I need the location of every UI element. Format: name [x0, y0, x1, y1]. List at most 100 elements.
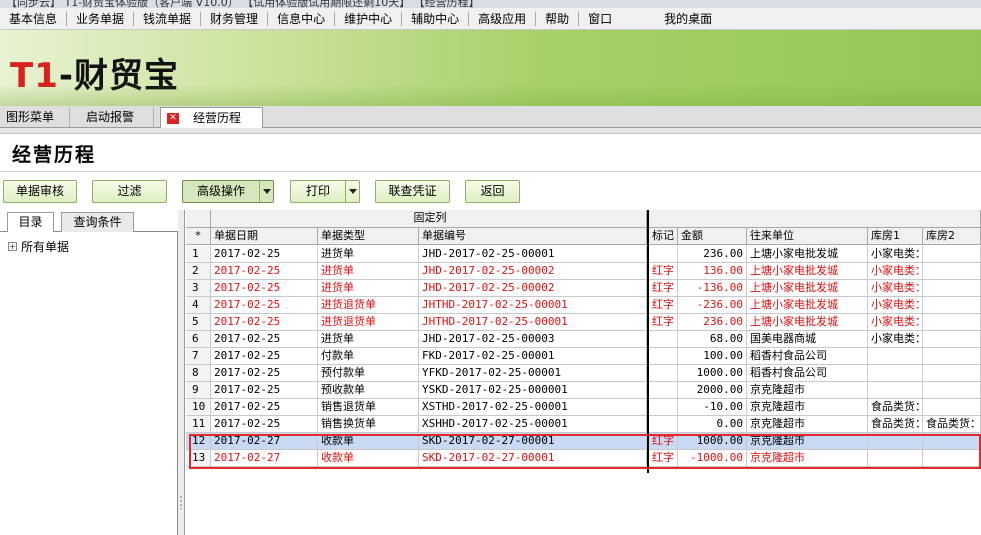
warehouse2-cell — [923, 297, 981, 314]
grid-header-corner-top — [186, 210, 211, 228]
tab-catalog[interactable]: 目录 — [7, 212, 54, 233]
col-header-amount[interactable]: 金额 — [678, 228, 747, 245]
mark-cell: 红字 — [649, 263, 678, 280]
code-cell: JHTHD-2017-02-25-00001 — [419, 297, 647, 314]
page-header: 经营历程 — [0, 134, 981, 172]
col-header-warehouse1[interactable]: 库房1 — [868, 228, 923, 245]
date-cell: 2017-02-25 — [211, 399, 318, 416]
back-button[interactable]: 返回 — [465, 180, 520, 203]
tab-query-conditions[interactable]: 查询条件 — [61, 212, 134, 232]
code-cell: XSHHD-2017-02-25-00001 — [419, 416, 647, 433]
col-header-date[interactable]: 单据日期 — [211, 228, 318, 245]
warehouse2-cell — [923, 399, 981, 416]
row-number-cell: 2 — [186, 263, 211, 280]
party-cell: 国美电器商城 — [747, 331, 868, 348]
amount-cell: 100.00 — [678, 348, 747, 365]
warehouse2-cell: 食品类货： — [923, 416, 981, 433]
panel-splitter[interactable] — [178, 210, 185, 535]
warehouse2-cell — [923, 280, 981, 297]
code-cell: YFKD-2017-02-25-00001 — [419, 365, 647, 382]
tab-business-history[interactable]: ✕ 经营历程 — [160, 107, 263, 128]
amount-cell: 2000.00 — [678, 382, 747, 399]
warehouse1-cell: 小家电类： — [868, 280, 923, 297]
mark-cell: 红字 — [649, 433, 678, 450]
mark-cell: 红字 — [649, 450, 678, 467]
menu-cash-docs[interactable]: 钱流单据 — [134, 8, 200, 30]
amount-cell: 1000.00 — [678, 365, 747, 382]
filter-button[interactable]: 过滤 — [92, 180, 167, 203]
col-header-warehouse2[interactable]: 库房2 — [923, 228, 981, 245]
logo-t1: T1 — [10, 56, 59, 96]
menu-basic-info[interactable]: 基本信息 — [0, 8, 66, 30]
logo-name: -财贸宝 — [58, 56, 179, 96]
type-cell: 进货退货单 — [318, 314, 419, 331]
warehouse1-cell: 食品类货： — [868, 416, 923, 433]
row-number-cell: 12 — [186, 433, 211, 450]
warehouse1-cell: 小家电类： — [868, 246, 923, 263]
close-icon[interactable]: ✕ — [167, 113, 179, 124]
warehouse2-cell — [923, 365, 981, 382]
chevron-down-icon[interactable] — [259, 181, 273, 202]
tree-node-all-docs[interactable]: + 所有单据 — [8, 238, 69, 255]
menu-maintenance[interactable]: 维护中心 — [335, 8, 401, 30]
amount-cell: 136.00 — [678, 263, 747, 280]
party-cell: 上塘小家电批发城 — [747, 263, 868, 280]
advanced-ops-button[interactable]: 高级操作 — [182, 180, 274, 203]
page-title: 经营历程 — [12, 144, 97, 166]
expand-icon[interactable]: + — [8, 242, 17, 251]
mark-cell: 红字 — [649, 314, 678, 331]
col-header-code[interactable]: 单据编号 — [419, 228, 647, 245]
row-number-cell: 8 — [186, 365, 211, 382]
date-cell: 2017-02-27 — [211, 433, 318, 450]
menu-info-center[interactable]: 信息中心 — [268, 8, 334, 30]
code-cell: JHD-2017-02-25-00001 — [419, 246, 647, 263]
print-button[interactable]: 打印 — [290, 180, 360, 203]
warehouse2-cell — [923, 331, 981, 348]
menu-my-desktop[interactable]: 我的桌面 — [655, 8, 721, 30]
chevron-down-icon[interactable] — [345, 181, 359, 202]
menu-finance[interactable]: 财务管理 — [201, 8, 267, 30]
type-cell: 进货单 — [318, 246, 419, 263]
tree-node-label: 所有单据 — [21, 240, 70, 254]
menu-business-docs[interactable]: 业务单据 — [67, 8, 133, 30]
date-cell: 2017-02-25 — [211, 263, 318, 280]
party-cell: 上塘小家电批发城 — [747, 314, 868, 331]
amount-cell: -10.00 — [678, 399, 747, 416]
warehouse1-cell: 小家电类： — [868, 331, 923, 348]
type-cell: 销售换货单 — [318, 416, 419, 433]
mark-cell: 红字 — [649, 297, 678, 314]
voucher-lookup-button[interactable]: 联查凭证 — [375, 180, 450, 203]
grid-corner[interactable]: * — [186, 228, 211, 245]
tab-graphic-menu[interactable]: 图形菜单 — [0, 107, 70, 128]
type-cell: 收款单 — [318, 450, 419, 467]
menu-help[interactable]: 帮助 — [536, 8, 578, 30]
fixed-columns-header: 固定列 — [211, 210, 647, 228]
catalog-tree: + 所有单据 — [0, 232, 178, 535]
row-number-cell: 9 — [186, 382, 211, 399]
tab-label: 经营历程 — [193, 111, 242, 125]
date-cell: 2017-02-25 — [211, 416, 318, 433]
party-cell: 稻香村食品公司 — [747, 348, 868, 365]
code-cell: FKD-2017-02-25-00001 — [419, 348, 647, 365]
menu-window[interactable]: 窗口 — [579, 8, 621, 30]
col-header-type[interactable]: 单据类型 — [318, 228, 419, 245]
row-number-cell: 5 — [186, 314, 211, 331]
mark-cell — [649, 348, 678, 365]
menu-advanced[interactable]: 高级应用 — [469, 8, 535, 30]
warehouse1-cell — [868, 382, 923, 399]
menu-assist[interactable]: 辅助中心 — [402, 8, 468, 30]
warehouse1-cell — [868, 433, 923, 450]
toolbar: 单据审核 过滤 高级操作 打印 联查凭证 返回 — [0, 172, 981, 210]
party-cell: 京克隆超市 — [747, 399, 868, 416]
col-header-party[interactable]: 往来单位 — [747, 228, 868, 245]
row-number-cell: 7 — [186, 348, 211, 365]
tab-startup-alert[interactable]: 启动报警 — [80, 107, 154, 128]
col-header-mark[interactable]: 标记 — [649, 228, 678, 245]
warehouse2-cell — [923, 246, 981, 263]
party-cell: 上塘小家电批发城 — [747, 280, 868, 297]
party-cell: 稻香村食品公司 — [747, 365, 868, 382]
audit-button[interactable]: 单据审核 — [3, 180, 77, 203]
advanced-ops-label: 高级操作 — [196, 184, 245, 198]
splitter-grip-icon[interactable] — [180, 495, 182, 509]
amount-cell: 236.00 — [678, 246, 747, 263]
